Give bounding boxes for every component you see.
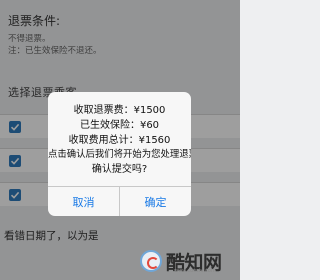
insurance-line: 已生效保险：¥60: [79, 120, 160, 131]
coozhi-logo-icon: [140, 250, 162, 272]
confirm-message: 点击确认后我们将开始为您处理退票，: [48, 149, 191, 160]
cancel-button[interactable]: 取消: [48, 187, 120, 216]
total-fee-line: 收取费用总计：¥1560: [68, 135, 171, 146]
confirm-refund-dialog: 收取退票费：¥1500 已生效保险：¥60 收取费用总计：¥1560 点击确认后…: [48, 92, 191, 216]
confirm-button[interactable]: 确定: [120, 187, 191, 216]
site-watermark: 酷知网 www.coozhi.com: [140, 248, 236, 276]
confirm-question: 确认提交吗?: [91, 164, 148, 175]
refund-fee-line: 收取退票费：¥1500: [73, 105, 166, 116]
dialog-button-bar: 取消 确定: [48, 186, 191, 216]
watermark-url: www.coozhi.com: [174, 268, 216, 274]
